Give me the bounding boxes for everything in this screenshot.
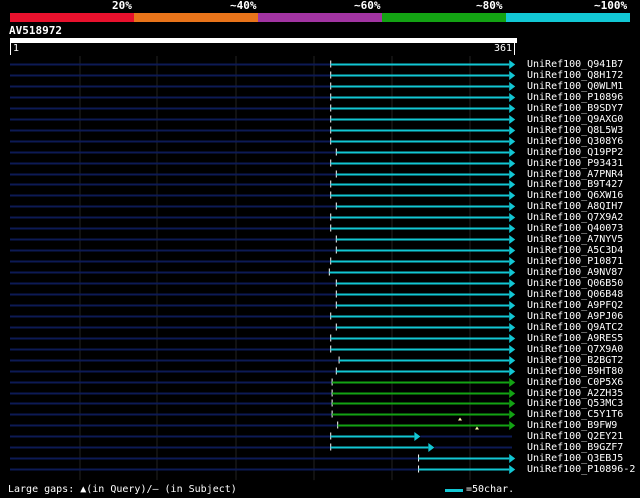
hit-label[interactable]: UniRef100_P10896-2 — [527, 464, 635, 475]
hit-label[interactable]: UniRef100_Q19PP2 — [527, 147, 623, 158]
hit-label[interactable]: UniRef100_B9SDY7 — [527, 103, 623, 114]
hit-label[interactable]: UniRef100_Q9ATC2 — [527, 322, 623, 333]
hit-arrow-icon — [428, 443, 435, 452]
hit-arrow-icon — [509, 60, 516, 69]
hit-label[interactable]: UniRef100_Q6XW16 — [527, 190, 623, 201]
hit-label[interactable]: UniRef100_B9HT80 — [527, 366, 623, 377]
hit-arrow-icon — [414, 432, 421, 441]
hit-arrow-icon — [509, 399, 516, 408]
hit-arrow-icon — [509, 465, 516, 474]
hit-arrow-icon — [509, 410, 516, 419]
hit-arrow-icon — [509, 71, 516, 80]
hit-label[interactable]: UniRef100_A9PJ06 — [527, 311, 623, 322]
hit-arrow-icon — [509, 137, 516, 146]
hit-label[interactable]: UniRef100_A8QIH7 — [527, 201, 623, 212]
hit-label[interactable]: UniRef100_C5Y1T6 — [527, 409, 623, 420]
hit-arrow-icon — [509, 213, 516, 222]
gaps-legend: Large gaps: ▲(in Query)/— (in Subject) — [8, 484, 237, 495]
hit-arrow-icon — [509, 148, 516, 157]
scale-legend-bar — [445, 489, 463, 492]
hit-arrow-icon — [509, 82, 516, 91]
hit-label[interactable]: UniRef100_Q2EY21 — [527, 431, 623, 442]
hit-arrow-icon — [509, 93, 516, 102]
hit-label[interactable]: UniRef100_Q0WLM1 — [527, 81, 623, 92]
hit-arrow-icon — [509, 378, 516, 387]
hit-label[interactable]: UniRef100_Q7X9A2 — [527, 212, 623, 223]
hit-label[interactable]: UniRef100_A7NYV5 — [527, 234, 623, 245]
hit-arrow-icon — [509, 235, 516, 244]
hit-label[interactable]: UniRef100_Q941B7 — [527, 59, 623, 70]
hit-label[interactable]: UniRef100_Q8H172 — [527, 70, 623, 81]
hit-label[interactable]: UniRef100_C0P5X6 — [527, 377, 623, 388]
hit-arrow-icon — [509, 126, 516, 135]
hit-arrow-icon — [509, 290, 516, 299]
query-gap-marker-icon — [475, 426, 479, 430]
hit-label[interactable]: UniRef100_Q7X9A0 — [527, 344, 623, 355]
hit-label[interactable]: UniRef100_A5C3D4 — [527, 245, 623, 256]
hit-arrow-icon — [509, 170, 516, 179]
hit-label[interactable]: UniRef100_B9T427 — [527, 179, 623, 190]
hit-arrow-icon — [509, 159, 516, 168]
hit-arrow-icon — [509, 104, 516, 113]
hit-arrow-icon — [509, 115, 516, 124]
hit-label[interactable]: UniRef100_B9GZF7 — [527, 442, 623, 453]
query-gap-marker-icon — [458, 417, 462, 421]
hit-label[interactable]: UniRef100_P10871 — [527, 256, 623, 267]
hit-label[interactable]: UniRef100_Q308Y6 — [527, 136, 623, 147]
hit-label[interactable]: UniRef100_Q8L5W3 — [527, 125, 623, 136]
hit-label[interactable]: UniRef100_P93431 — [527, 158, 623, 169]
hit-label[interactable]: UniRef100_A9NV87 — [527, 267, 623, 278]
hit-arrow-icon — [509, 268, 516, 277]
hit-arrow-icon — [509, 180, 516, 189]
scale-legend-text: =50char. — [466, 484, 515, 495]
hit-label[interactable]: UniRef100_Q06B50 — [527, 278, 623, 289]
hit-arrow-icon — [509, 191, 516, 200]
hit-arrow-icon — [509, 301, 516, 310]
hit-arrow-icon — [509, 345, 516, 354]
hit-label[interactable]: UniRef100_Q40073 — [527, 223, 623, 234]
hit-arrow-icon — [509, 367, 516, 376]
hit-arrow-icon — [509, 246, 516, 255]
hit-arrow-icon — [509, 334, 516, 343]
hit-label[interactable]: UniRef100_Q53MC3 — [527, 398, 623, 409]
hit-label[interactable]: UniRef100_A9PFQ2 — [527, 300, 623, 311]
hit-arrow-icon — [509, 389, 516, 398]
hit-arrow-icon — [509, 312, 516, 321]
hit-arrow-icon — [509, 224, 516, 233]
hit-label[interactable]: UniRef100_Q3EBJ5 — [527, 453, 623, 464]
hit-label[interactable]: UniRef100_A9RES5 — [527, 333, 623, 344]
hit-label[interactable]: UniRef100_B2BGT2 — [527, 355, 623, 366]
hit-label[interactable]: UniRef100_Q06B48 — [527, 289, 623, 300]
hit-label[interactable]: UniRef100_P10896 — [527, 92, 623, 103]
hit-arrow-icon — [509, 257, 516, 266]
hit-arrow-icon — [509, 202, 516, 211]
hit-arrow-icon — [509, 323, 516, 332]
hit-label[interactable]: UniRef100_Q9AXG0 — [527, 114, 623, 125]
hit-arrow-icon — [509, 421, 516, 430]
hit-arrow-icon — [509, 279, 516, 288]
hit-arrow-icon — [509, 356, 516, 365]
hit-arrow-icon — [509, 454, 516, 463]
hit-label[interactable]: UniRef100_B9FW9 — [527, 420, 617, 431]
